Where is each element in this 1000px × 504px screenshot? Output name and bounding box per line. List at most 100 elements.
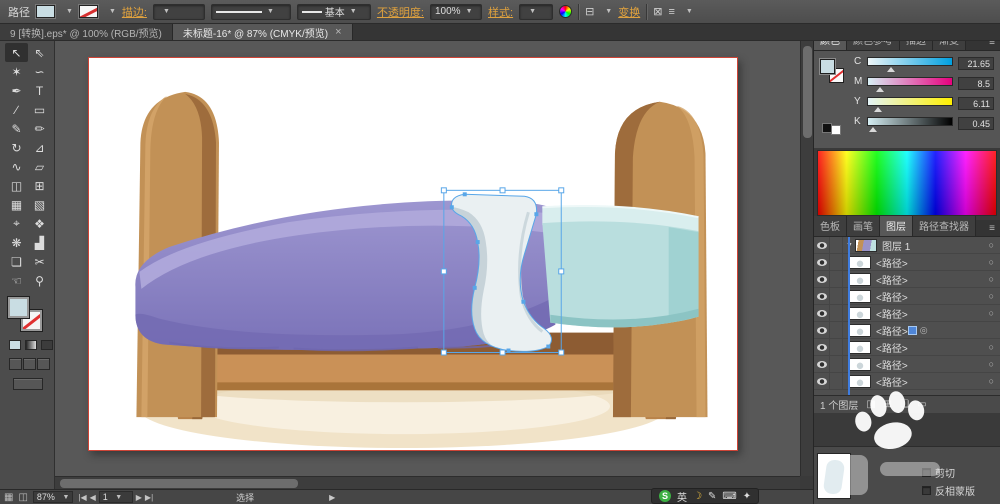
column-graph-tool[interactable]: ▟ [28, 233, 51, 252]
fill-color-swatch[interactable] [35, 4, 56, 19]
layer-name[interactable]: <路径> [876, 340, 908, 355]
layer-name[interactable]: 图层 1 [882, 238, 910, 253]
style-panel-link[interactable]: 样式: [488, 4, 513, 20]
target-circle[interactable]: ◎ [920, 325, 928, 336]
layer-row-top[interactable]: ▼ 图层 1 ○ [814, 237, 1000, 254]
clipping-mask-icon[interactable]: ◨ [866, 399, 875, 410]
eyedropper-tool[interactable]: ⌖ [5, 214, 28, 233]
arrange-icon[interactable]: ≡ [668, 6, 674, 18]
brush-definition-combo[interactable]: 基本 ▼ [296, 3, 371, 20]
tab-swatches[interactable]: 色板 [814, 216, 847, 236]
toolbox-icon[interactable]: ✦ [743, 491, 751, 502]
zoom-level-combo[interactable]: 87% ▼ [32, 491, 74, 503]
target-circle[interactable]: ○ [989, 342, 994, 352]
free-transform-tool[interactable]: ▱ [28, 157, 51, 176]
recolor-artwork-icon[interactable] [559, 5, 573, 18]
gradient-tool[interactable]: ▧ [28, 195, 51, 214]
prev-artboard-icon[interactable]: ◀ [90, 493, 96, 502]
status-grid-icon[interactable]: ▦ [4, 492, 13, 503]
lock-toggle[interactable] [830, 253, 843, 271]
canvas-pasteboard[interactable] [55, 41, 813, 489]
target-circle[interactable]: ○ [989, 376, 994, 386]
layer-row-selected[interactable]: <路径> ◎ [814, 321, 1000, 339]
sogou-logo-icon[interactable]: S [659, 490, 671, 502]
layer-name[interactable]: <路径> [876, 306, 908, 321]
yellow-value-field[interactable]: 6.11 [958, 97, 994, 110]
visibility-toggle[interactable] [814, 287, 830, 305]
lock-toggle[interactable] [830, 372, 843, 390]
target-circle[interactable]: ○ [989, 291, 994, 301]
layer-name[interactable]: <路径> [876, 255, 908, 270]
layer-row[interactable]: <路径> ○ [814, 270, 1000, 288]
visibility-toggle[interactable] [814, 237, 830, 254]
pen-tool[interactable]: ✒ [5, 81, 28, 100]
stroke-weight-combo[interactable]: ▼ [152, 3, 205, 20]
document-tab-1[interactable]: 9 [转换].eps* @ 100% (RGB/预览) [0, 24, 173, 40]
fill-stroke-indicator[interactable] [8, 297, 46, 333]
symbol-sprayer-tool[interactable]: ❋ [5, 233, 28, 252]
layer-row[interactable]: <路径> ○ [814, 253, 1000, 271]
layer-name[interactable]: <路径> [876, 323, 908, 338]
layer-row[interactable]: <路径> ○ [814, 338, 1000, 356]
stroke-color-swatch[interactable] [77, 4, 99, 19]
mesh-tool[interactable]: ▦ [5, 195, 28, 214]
new-layer-icon[interactable]: ❏ [900, 399, 909, 410]
chevron-down-icon[interactable]: ▼ [109, 8, 116, 15]
target-circle[interactable]: ○ [989, 274, 994, 284]
black-white-swatches[interactable] [822, 123, 844, 135]
vertical-scrollbar[interactable] [800, 41, 813, 476]
panel-menu-icon[interactable]: ≡ [984, 223, 1000, 236]
chevron-down-icon[interactable]: ▼ [66, 8, 73, 15]
moon-icon[interactable]: ☽ [693, 491, 702, 502]
artboard[interactable] [88, 57, 738, 451]
first-artboard-icon[interactable]: |◀ [78, 493, 86, 502]
chevron-down-icon[interactable]: ▼ [686, 8, 693, 15]
visibility-toggle[interactable] [814, 372, 830, 390]
lock-toggle[interactable] [830, 270, 843, 288]
layer-row[interactable]: <路径> ○ [814, 304, 1000, 322]
artboard-tool[interactable]: ❏ [5, 252, 28, 271]
type-tool[interactable]: T [28, 81, 51, 100]
lock-toggle[interactable] [830, 338, 843, 356]
clip-option[interactable]: 剪切 [922, 465, 955, 480]
rotate-tool[interactable]: ↻ [5, 138, 28, 157]
none-mode-button[interactable] [41, 340, 53, 350]
white-swatch[interactable] [831, 125, 841, 135]
opacity-panel-link[interactable]: 不透明度: [377, 4, 424, 20]
selection-tool[interactable]: ↖ [5, 43, 28, 62]
screen-mode-button[interactable] [13, 378, 43, 390]
new-sublayer-icon[interactable]: ⊞ [884, 399, 892, 410]
color-spectrum-ramp[interactable] [817, 150, 997, 216]
fill-proxy-swatch[interactable] [8, 297, 29, 318]
magenta-value-field[interactable]: 8.5 [958, 77, 994, 90]
visibility-toggle[interactable] [814, 321, 830, 339]
paintbrush-tool[interactable]: ✎ [5, 119, 28, 138]
status-expand-icon[interactable]: ▶ [329, 493, 335, 502]
target-circle[interactable]: ○ [989, 359, 994, 369]
visibility-toggle[interactable] [814, 355, 830, 373]
invert-mask-option[interactable]: 反相蒙版 [922, 483, 975, 498]
chevron-down-icon[interactable]: ▼ [605, 8, 612, 15]
gradient-mode-button[interactable] [25, 340, 37, 350]
cyan-slider[interactable] [867, 57, 953, 72]
rectangle-tool[interactable]: ▭ [28, 100, 51, 119]
slider-thumb[interactable] [869, 127, 877, 132]
draw-behind-button[interactable] [23, 358, 36, 370]
tab-brushes[interactable]: 画笔 [847, 216, 880, 236]
lock-toggle[interactable] [830, 287, 843, 305]
lock-toggle[interactable] [830, 321, 843, 339]
visibility-toggle[interactable] [814, 253, 830, 271]
invert-mask-checkbox[interactable] [922, 486, 931, 495]
layer-name[interactable]: <路径> [876, 272, 908, 287]
width-tool[interactable]: ∿ [5, 157, 28, 176]
last-artboard-icon[interactable]: ▶| [145, 493, 153, 502]
hand-tool[interactable]: ☜ [5, 271, 28, 290]
shape-builder-tool[interactable]: ◫ [5, 176, 28, 195]
isolate-object-icon[interactable]: ⊠ [653, 5, 662, 18]
magic-wand-tool[interactable]: ✶ [5, 62, 28, 81]
color-proxy[interactable] [819, 58, 850, 89]
artboard-number-combo[interactable]: 1 ▼ [98, 491, 133, 503]
lock-toggle[interactable] [830, 355, 843, 373]
magenta-slider[interactable] [867, 77, 953, 92]
black-value-field[interactable]: 0.45 [958, 117, 994, 130]
